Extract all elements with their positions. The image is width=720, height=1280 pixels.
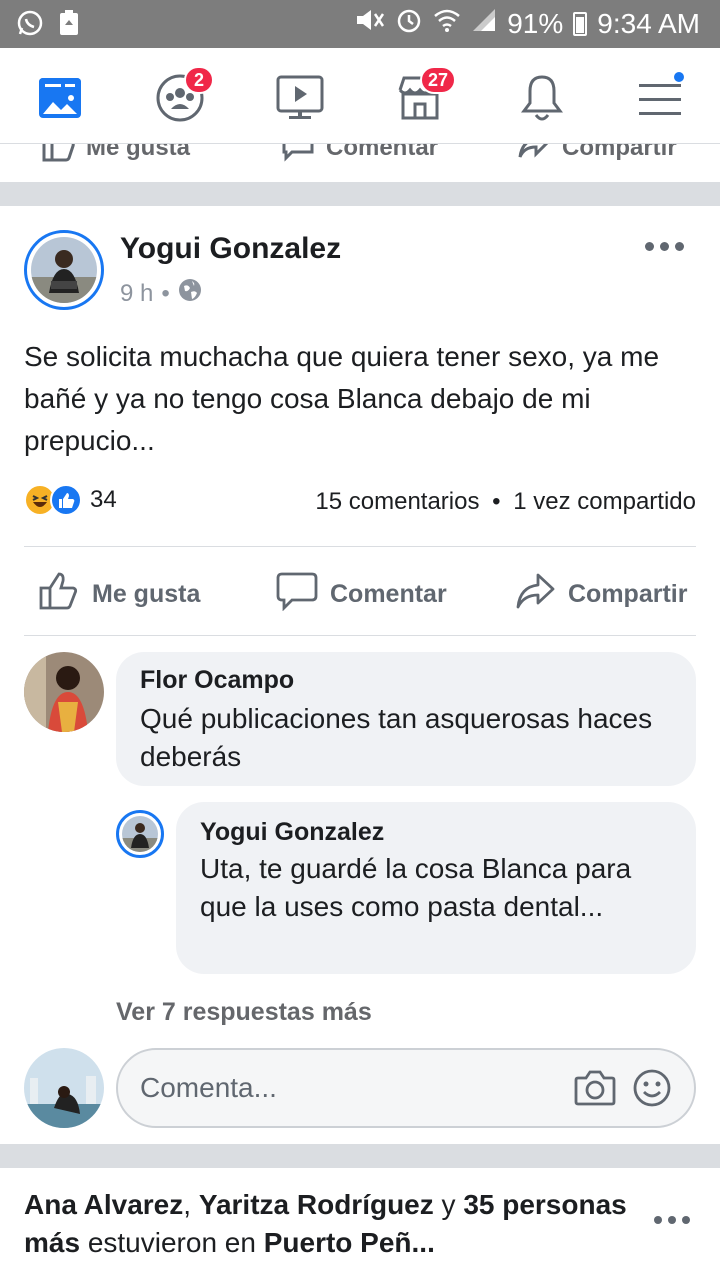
more-dot xyxy=(675,242,684,251)
previous-post-actions: Me gusta Comentar Compartir xyxy=(0,144,720,182)
more-dot xyxy=(682,1216,690,1224)
more-dot xyxy=(668,1216,676,1224)
view-more-replies-link[interactable]: Ver 7 respuestas más xyxy=(116,998,372,1027)
comment-text: Qué publicaciones tan asquerosas haces d… xyxy=(140,703,653,772)
status-bar: 91% 9:34 AM xyxy=(0,0,720,48)
next-post-card: Ana Alvarez, Yaritza Rodríguez y 35 pers… xyxy=(0,1168,720,1280)
emoji-icon[interactable] xyxy=(632,1068,672,1113)
comment-button[interactable]: Comentar xyxy=(276,571,447,618)
reply-author[interactable]: Yogui Gonzalez xyxy=(200,818,384,847)
globe-icon xyxy=(178,278,202,309)
post-author[interactable]: Yogui Gonzalez xyxy=(120,232,341,266)
alarm-icon xyxy=(395,6,423,41)
nav-menu[interactable] xyxy=(630,70,690,128)
meta-dot: • xyxy=(161,279,170,307)
nav-notifications[interactable] xyxy=(512,72,572,128)
battery-percent: 91% xyxy=(507,7,564,39)
counts-separator: • xyxy=(492,488,501,515)
previous-comment-button[interactable]: Comentar xyxy=(280,144,438,169)
menu-notification-dot xyxy=(672,70,686,84)
nav-groups[interactable]: 2 xyxy=(150,66,214,128)
post-action-bar: Me gusta Comentar Compartir xyxy=(24,546,696,636)
post-text: Se solicita muchacha que quiera tener se… xyxy=(24,341,660,456)
nav-marketplace[interactable]: 27 xyxy=(390,66,457,128)
clock: 9:34 AM xyxy=(597,7,700,39)
thumbs-up-icon xyxy=(38,571,80,618)
mute-icon xyxy=(353,6,385,41)
comments-count[interactable]: 15 comentarios xyxy=(315,488,479,515)
like-icon xyxy=(50,484,82,516)
like-label: Me gusta xyxy=(92,580,201,608)
reactions-summary[interactable]: 34 xyxy=(24,484,117,516)
like-button[interactable]: Me gusta xyxy=(38,571,200,618)
marketplace-badge: 27 xyxy=(420,66,457,94)
nav-news-feed[interactable] xyxy=(30,72,90,128)
feed-separator xyxy=(0,182,720,206)
comment-label: Comentar xyxy=(330,580,447,608)
wifi-icon xyxy=(433,6,461,41)
shares-count[interactable]: 1 vez compartido xyxy=(513,488,696,515)
my-avatar xyxy=(24,1048,104,1128)
whatsapp-icon xyxy=(16,9,44,42)
video-icon xyxy=(275,74,325,127)
top-nav: 2 27 xyxy=(0,48,720,144)
share-icon xyxy=(514,571,556,618)
place-link[interactable]: Puerto Peñ... xyxy=(264,1227,435,1258)
next-post-options-button[interactable] xyxy=(654,1216,690,1224)
post-meta: 9 h • xyxy=(120,278,202,309)
share-icon xyxy=(516,144,552,169)
share-button[interactable]: Compartir xyxy=(514,571,687,618)
comment-icon xyxy=(276,571,318,618)
author-avatar[interactable] xyxy=(24,230,104,310)
bell-icon xyxy=(520,73,564,128)
groups-badge: 2 xyxy=(184,66,214,94)
tagged-person[interactable]: Yaritza Rodríguez xyxy=(199,1189,434,1220)
signal-icon xyxy=(471,7,497,40)
commenter-avatar[interactable] xyxy=(24,652,104,732)
comment-composer xyxy=(116,1048,696,1128)
tagged-person[interactable]: Ana Alvarez xyxy=(24,1189,183,1220)
post-options-button[interactable] xyxy=(645,242,684,251)
post-time[interactable]: 9 h xyxy=(120,280,153,308)
comment-input[interactable] xyxy=(140,1068,560,1108)
comment-icon xyxy=(280,144,316,169)
camera-icon[interactable] xyxy=(574,1068,616,1111)
battery-icon xyxy=(573,11,588,36)
reaction-count: 34 xyxy=(90,486,117,513)
reply-text: Uta, te guardé la cosa Blanca para que l… xyxy=(200,853,632,922)
more-dot xyxy=(660,242,669,251)
next-post-header: Ana Alvarez, Yaritza Rodríguez y 35 pers… xyxy=(24,1189,627,1258)
news-feed-icon xyxy=(37,76,83,125)
nav-watch[interactable] xyxy=(270,72,330,128)
previous-like-button[interactable]: Me gusta xyxy=(40,144,190,169)
recycle-icon xyxy=(58,9,80,42)
share-label: Compartir xyxy=(568,580,688,608)
comment-author[interactable]: Flor Ocampo xyxy=(140,666,294,695)
more-dot xyxy=(645,242,654,251)
feed-separator xyxy=(0,1144,720,1168)
previous-share-button[interactable]: Compartir xyxy=(516,144,677,169)
thumbs-up-icon xyxy=(40,144,76,169)
engagement-counts: 15 comentarios • 1 vez compartido xyxy=(315,488,696,516)
reply-author-avatar[interactable] xyxy=(116,810,164,858)
post-card: Yogui Gonzalez 9 h • Se solicita muchach… xyxy=(0,206,720,1144)
more-dot xyxy=(654,1216,662,1224)
